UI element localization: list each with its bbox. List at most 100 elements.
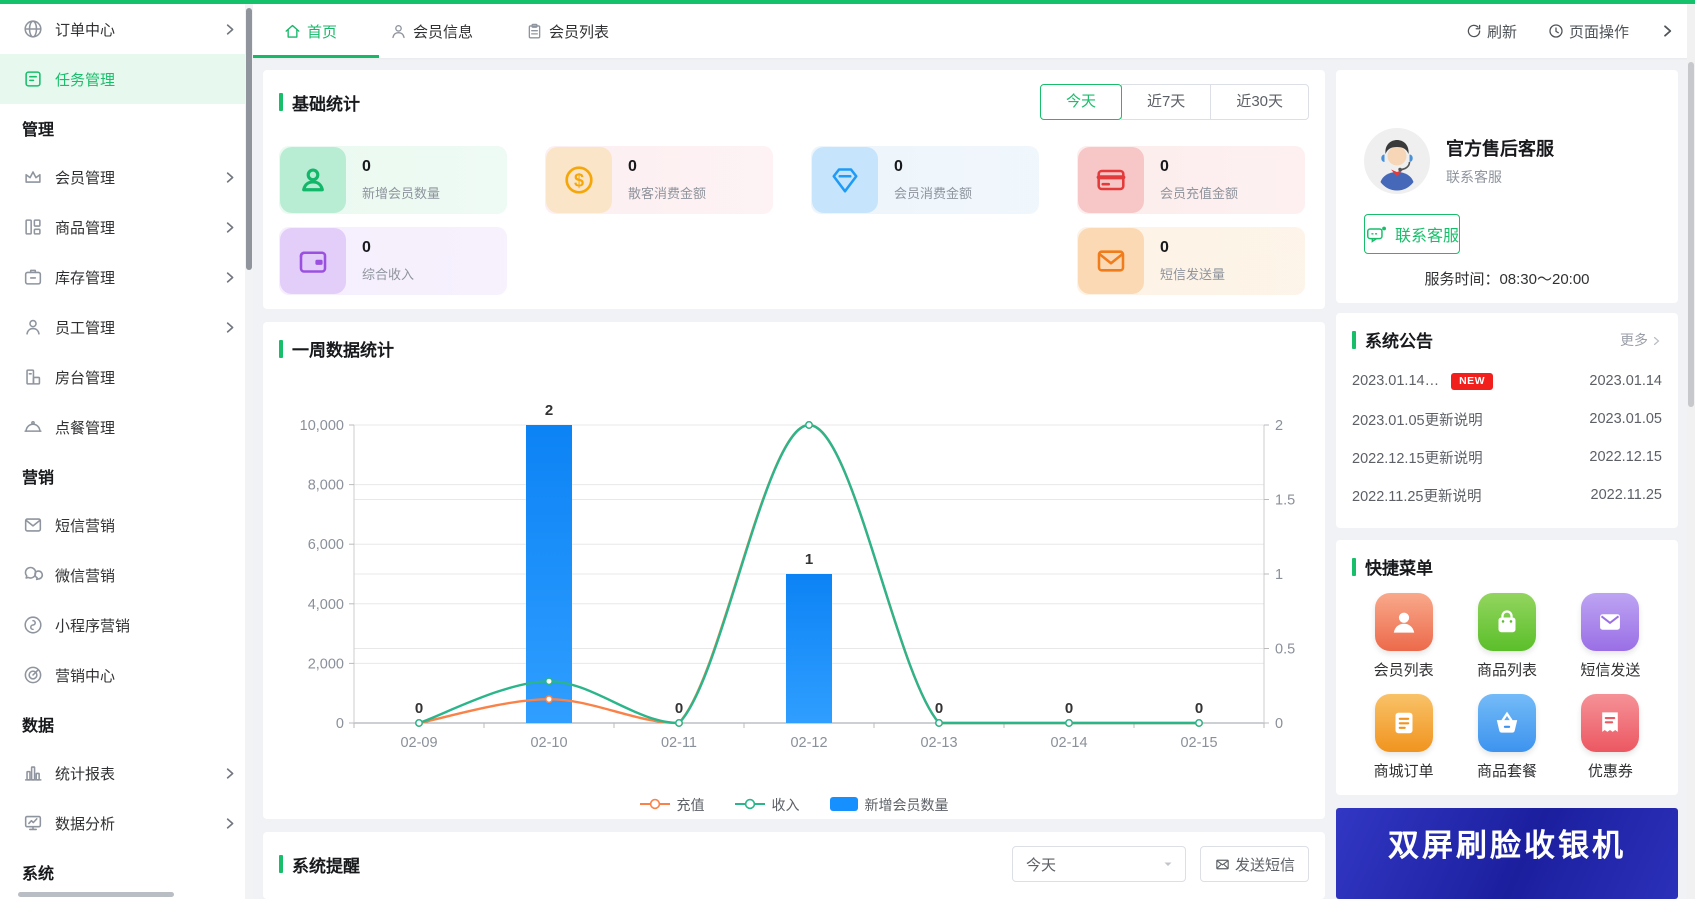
stat-value: 0	[894, 158, 972, 176]
quick-item-sms-send[interactable]: 短信发送	[1580, 593, 1640, 680]
svg-text:6,000: 6,000	[308, 537, 344, 553]
tab-actions: 刷新 页面操作	[1465, 21, 1675, 42]
quick-menu-panel: 快捷菜单 会员列表商品列表短信发送商城订单商品套餐优惠券	[1336, 540, 1678, 795]
chart-legend: 充值 收入 新增会员数量	[279, 795, 1309, 815]
sidebar: 订单中心任务管理管理会员管理商品管理库存管理员工管理房台管理点餐管理营销短信营销…	[0, 4, 253, 899]
contact-service-button[interactable]: 联系客服	[1364, 214, 1460, 254]
sidebar-hscrollbar-thumb[interactable]	[18, 892, 174, 897]
tabs: 首页会员信息会员列表	[283, 4, 661, 58]
action-page-operations[interactable]: 页面操作	[1547, 21, 1629, 42]
sidebar-item-label: 房台管理	[55, 367, 115, 388]
sidebar-item-label: 库存管理	[55, 267, 115, 288]
range-button[interactable]: 近7天	[1121, 84, 1211, 120]
quick-item-coupon[interactable]: 优惠券	[1581, 694, 1639, 781]
sidebar-section-label: 系统	[0, 848, 253, 896]
caret-down-icon	[1161, 857, 1175, 871]
sidebar-item-member-management[interactable]: 会员管理	[0, 152, 253, 202]
announcement-item[interactable]: 2022.11.25更新说明2022.11.25	[1352, 476, 1662, 514]
page-scrollbar-thumb[interactable]	[1688, 62, 1694, 407]
announcements-more-link[interactable]: 更多	[1620, 330, 1662, 350]
title-accent-bar	[1352, 558, 1356, 576]
card-icon	[1078, 147, 1144, 213]
quick-item-mall-order[interactable]: 商城订单	[1374, 694, 1434, 781]
stat-value: 0	[362, 239, 414, 257]
quick-item-label: 商品套餐	[1477, 760, 1537, 781]
sidebar-item-label: 点餐管理	[55, 417, 115, 438]
sidebar-item-data-analysis[interactable]: 数据分析	[0, 798, 253, 848]
sidebar-scrollbar[interactable]	[245, 4, 253, 899]
tab-member-list[interactable]: 会员列表	[525, 4, 609, 58]
staff-icon	[22, 316, 44, 338]
announcement-item[interactable]: 2023.01.05更新说明2023.01.05	[1352, 400, 1662, 438]
sidebar-item-statistics-report[interactable]: 统计报表	[0, 748, 253, 798]
svg-text:1.5: 1.5	[1275, 493, 1295, 509]
stat-card-new-members: 0新增会员数量	[279, 146, 507, 214]
sidebar-item-label: 统计报表	[55, 763, 115, 784]
sidebar-item-task-management[interactable]: 任务管理	[0, 54, 253, 104]
sidebar-item-miniapp-marketing[interactable]: 小程序营销	[0, 600, 253, 650]
quick-item-goods-package[interactable]: 商品套餐	[1477, 694, 1537, 781]
announcement-item[interactable]: 2022.12.15更新说明2022.12.15	[1352, 438, 1662, 476]
svg-text:02-10: 02-10	[530, 735, 567, 751]
sidebar-item-label: 商品管理	[55, 217, 115, 238]
content-area: 基础统计 今天近7天近30天 0新增会员数量$0散客消费金额0会员消费金额0会员…	[253, 58, 1695, 899]
stat-card-sms-sent: 0短信发送量	[1077, 227, 1305, 295]
quick-item-label: 商品列表	[1477, 659, 1537, 680]
quick-item-label: 优惠券	[1588, 760, 1633, 781]
quick-item-member-list[interactable]: 会员列表	[1374, 593, 1434, 680]
sidebar-item-sms-marketing[interactable]: 短信营销	[0, 500, 253, 550]
miniapp-icon	[22, 614, 44, 636]
quick-item-goods-list[interactable]: 商品列表	[1477, 593, 1537, 680]
sidebar-item-staff-management[interactable]: 员工管理	[0, 302, 253, 352]
announcements-title: 系统公告	[1352, 327, 1433, 352]
chat-bubble-icon	[1365, 223, 1387, 245]
service-subtitle: 联系客服	[1446, 167, 1554, 187]
range-button[interactable]: 近30天	[1210, 84, 1309, 120]
sidebar-item-wechat-marketing[interactable]: 微信营销	[0, 550, 253, 600]
stat-label: 会员充值金额	[1160, 183, 1238, 202]
legend-item[interactable]: 充值	[640, 795, 705, 815]
svg-text:0: 0	[935, 700, 943, 717]
chevron-right-icon	[222, 816, 237, 831]
tab-member-info[interactable]: 会员信息	[389, 4, 473, 58]
stat-label: 综合收入	[362, 264, 414, 283]
send-sms-button[interactable]: 发送短信	[1200, 846, 1309, 882]
chevron-right-icon	[1650, 334, 1662, 346]
sidebar-item-order-center[interactable]: 订单中心	[0, 4, 253, 54]
legend-item[interactable]: 收入	[735, 795, 800, 815]
svg-text:0: 0	[675, 700, 683, 717]
sidebar-item-marketing-center[interactable]: 营销中心	[0, 650, 253, 700]
legend-marker	[735, 797, 765, 813]
action-refresh[interactable]: 刷新	[1465, 21, 1517, 42]
user-icon	[389, 22, 408, 41]
reminder-range-select[interactable]: 今天	[1012, 846, 1186, 882]
q-package-icon	[1478, 694, 1536, 752]
sidebar-item-label: 员工管理	[55, 317, 115, 338]
announcement-item[interactable]: 2023.01.14…NEW2023.01.14	[1352, 362, 1662, 400]
announcement-text: 2022.11.25更新说明	[1352, 485, 1482, 506]
svg-text:10,000: 10,000	[300, 418, 344, 434]
page-scrollbar[interactable]	[1687, 4, 1695, 899]
stat-value: 0	[362, 158, 440, 176]
range-button[interactable]: 今天	[1040, 84, 1122, 120]
sidebar-item-label: 营销中心	[55, 665, 115, 686]
sidebar-scrollbar-thumb[interactable]	[246, 8, 252, 270]
chevron-right-icon	[222, 220, 237, 235]
legend-item[interactable]: 新增会员数量	[830, 795, 949, 815]
page-operations-chevron-icon[interactable]	[1659, 23, 1675, 39]
promo-banner[interactable]: 双屏刷脸收银机	[1336, 808, 1678, 899]
svg-text:02-13: 02-13	[920, 735, 957, 751]
sidebar-item-room-management[interactable]: 房台管理	[0, 352, 253, 402]
sidebar-item-stock-management[interactable]: 库存管理	[0, 252, 253, 302]
quick-item-label: 商城订单	[1374, 760, 1434, 781]
q-member-icon	[1375, 593, 1433, 651]
legend-label: 充值	[677, 795, 705, 815]
goods-icon	[22, 216, 44, 238]
sidebar-section-label: 数据	[0, 700, 253, 748]
tab-home[interactable]: 首页	[283, 4, 337, 58]
sidebar-item-dining-management[interactable]: 点餐管理	[0, 402, 253, 452]
sidebar-item-goods-management[interactable]: 商品管理	[0, 202, 253, 252]
sidebar-item-label: 订单中心	[55, 19, 115, 40]
quick-menu-grid: 会员列表商品列表 短信发送商城订单 商品套餐 优惠券	[1352, 593, 1662, 781]
report-icon	[22, 762, 44, 784]
